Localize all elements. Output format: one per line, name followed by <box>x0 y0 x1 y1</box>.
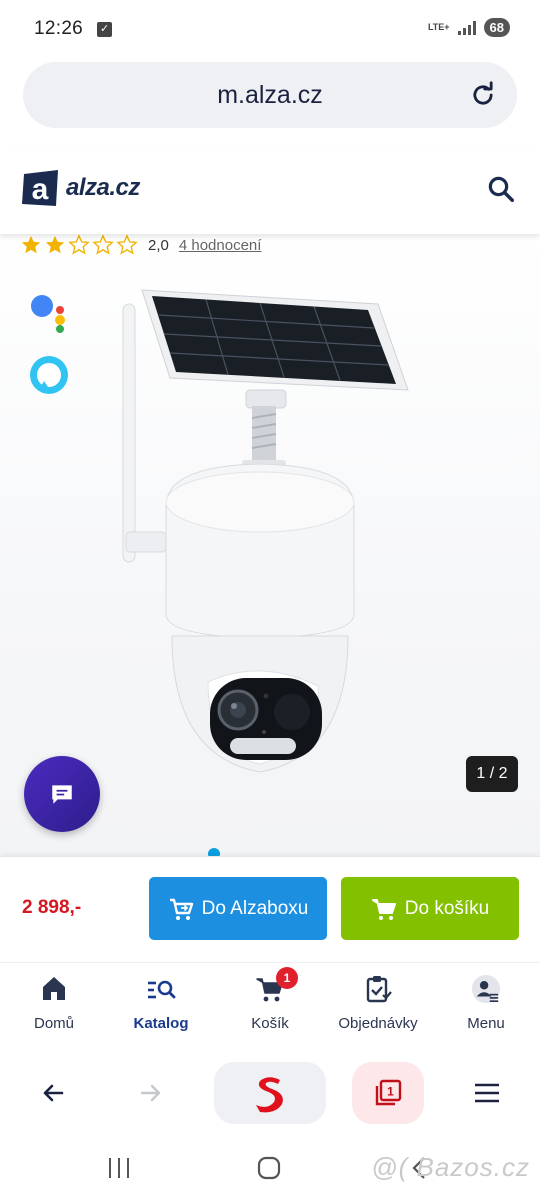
samsung-internet-logo-icon <box>256 1077 283 1113</box>
url-text[interactable]: m.alza.cz <box>23 81 517 110</box>
add-to-alzabox-button[interactable]: Do Alzaboxu <box>149 877 327 940</box>
back-button[interactable] <box>30 1062 76 1124</box>
status-time: 12:26 <box>34 18 84 39</box>
browser-menu-button[interactable] <box>464 1062 510 1124</box>
checkbox-notification-icon: ✓ <box>97 21 113 37</box>
nav-item-home[interactable]: Domů <box>4 973 104 1032</box>
google-assistant-icon <box>31 295 65 333</box>
browser-toolbar: 1 <box>0 1050 540 1140</box>
nav-item-catalog[interactable]: Katalog <box>111 973 211 1032</box>
home-nav-icon[interactable] <box>254 1156 284 1180</box>
cart-label: Do košíku <box>404 897 490 919</box>
alzabox-label: Do Alzaboxu <box>201 897 309 919</box>
clipboard-check-icon <box>366 976 392 1003</box>
nav-item-menu[interactable]: Menu <box>436 973 536 1032</box>
watermark: @( Bazos.cz <box>371 1152 530 1182</box>
nav-label-home: Domů <box>33 1015 74 1032</box>
nav-label-catalog: Katalog <box>133 1015 189 1032</box>
hamburger-icon <box>475 1083 499 1103</box>
address-bar[interactable]: m.alza.cz <box>23 62 517 128</box>
forward-button[interactable] <box>128 1062 174 1124</box>
arrow-left-icon <box>43 1084 64 1102</box>
search-icon[interactable] <box>486 174 516 204</box>
price: 2 898,- <box>22 897 82 918</box>
signal-icon <box>457 20 476 35</box>
status-indicators: LTE+ 68 <box>428 18 510 37</box>
tabs-count: 1 <box>387 1085 394 1099</box>
status-bar: 12:26 ✓ LTE+ 68 <box>0 0 540 58</box>
alexa-icon <box>30 356 68 394</box>
nav-label-orders: Objednávky <box>338 1015 418 1032</box>
chat-button[interactable] <box>24 756 100 832</box>
recent-apps-icon[interactable] <box>104 1156 134 1180</box>
star-filled-icon <box>21 235 41 254</box>
svg-text:a: a <box>32 173 49 206</box>
product-gallery[interactable]: 2,0 4 hodnocení 1 / 2 <box>0 234 540 860</box>
battery-indicator: 68 <box>483 18 510 37</box>
nav-item-orders[interactable]: Objednávky <box>328 973 428 1032</box>
cart-arrow-icon <box>169 898 193 920</box>
cart-badge: 1 <box>276 967 298 989</box>
logo-text: alza.cz <box>66 174 140 201</box>
star-empty-icon <box>68 234 90 255</box>
reload-icon[interactable] <box>469 81 497 109</box>
catalog-search-icon <box>148 980 176 999</box>
site-header: a alza.cz <box>0 148 540 234</box>
nav-label-cart: Košík <box>251 1015 289 1032</box>
user-menu-icon <box>471 974 501 1004</box>
gallery-counter: 1 / 2 <box>466 756 518 792</box>
nav-label-menu: Menu <box>467 1015 505 1032</box>
android-nav-bar: @( Bazos.cz <box>0 1140 540 1200</box>
home-browser-button[interactable] <box>214 1062 326 1124</box>
nav-item-cart[interactable]: 1 Košík <box>220 967 320 1032</box>
reviews-link[interactable]: 4 hodnocení <box>179 237 262 254</box>
alza-logo-icon: a <box>22 170 58 206</box>
home-icon <box>43 977 65 1000</box>
buy-bar: 2 898,- Do Alzaboxu Do košíku <box>0 856 540 962</box>
rating-value: 2,0 <box>148 236 169 254</box>
star-empty-icon <box>92 234 114 255</box>
star-filled-icon <box>45 235 65 254</box>
tabs-icon: 1 <box>375 1079 402 1106</box>
product-rating[interactable]: 2,0 4 hodnocení <box>20 234 261 256</box>
tabs-button[interactable]: 1 <box>352 1062 424 1124</box>
star-empty-icon <box>116 234 138 255</box>
add-to-cart-button[interactable]: Do košíku <box>341 877 519 940</box>
cart-icon <box>371 898 396 920</box>
site-bottom-nav: Domů Katalog 1 Košík Objednávky Menu <box>0 962 540 1050</box>
network-type: LTE+ <box>427 22 450 32</box>
chat-bubble-icon <box>52 785 72 804</box>
arrow-right-icon <box>140 1084 161 1102</box>
alza-logo[interactable]: a alza.cz <box>20 168 140 208</box>
product-image-solar-camera[interactable] <box>110 286 420 806</box>
